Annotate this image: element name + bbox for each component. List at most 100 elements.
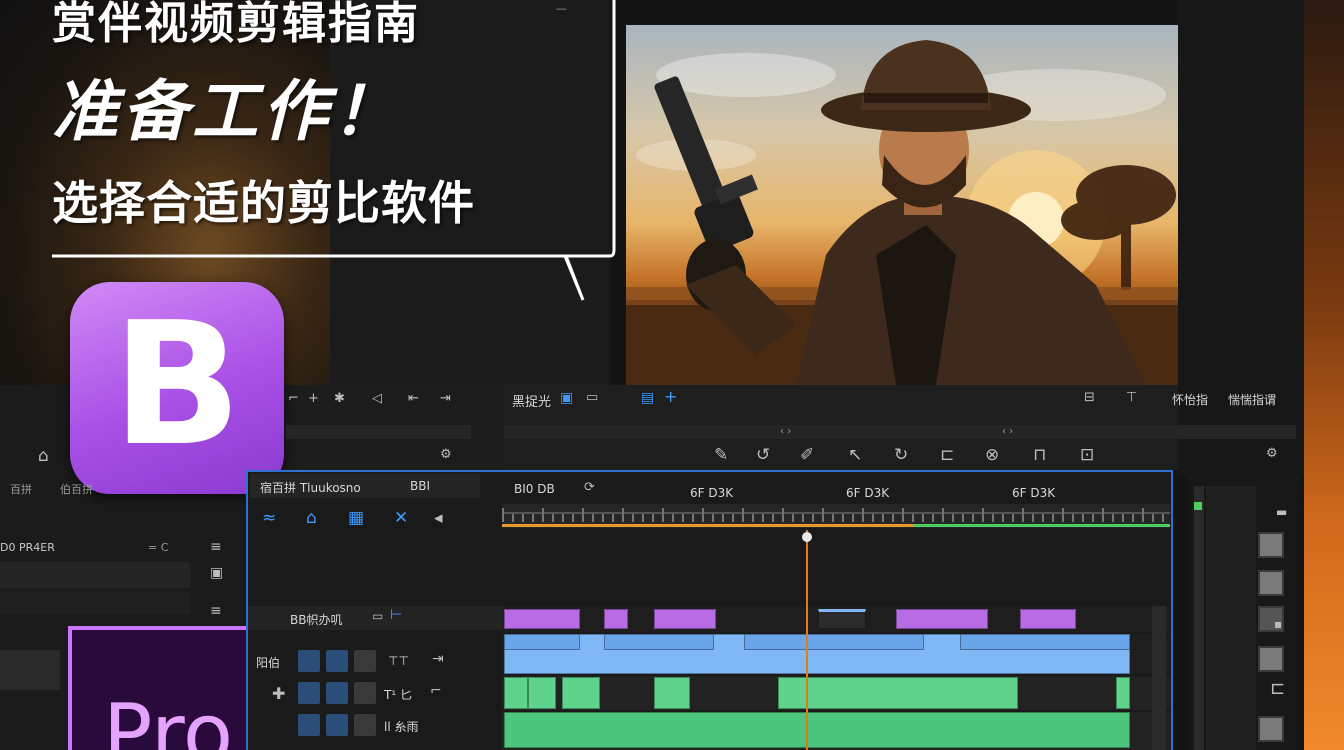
linked-selection-icon[interactable]: ⌂	[306, 510, 317, 527]
left-input-row[interactable]	[0, 562, 190, 588]
program-right-label-2[interactable]: 惴惴指谓	[1228, 391, 1276, 408]
ripple-icon[interactable]: ↻	[894, 447, 908, 464]
clip-green-6[interactable]	[1116, 677, 1130, 709]
pen-icon[interactable]: ✐	[800, 447, 814, 464]
track-v1-mute[interactable]	[354, 650, 376, 672]
left-tab-1[interactable]: 百拼	[10, 481, 32, 497]
meter-bracket-icon[interactable]: ⊏	[1270, 680, 1285, 698]
program-right-label-1[interactable]: 怀怡指	[1172, 391, 1208, 408]
grid-icon[interactable]: ▣	[210, 566, 223, 580]
clip-purple-1[interactable]	[504, 609, 580, 629]
clip-green-1[interactable]	[504, 677, 528, 709]
clip-selected[interactable]	[818, 609, 866, 629]
ruler-settings-icon[interactable]: ⟳	[584, 481, 595, 494]
fit-icon[interactable]: ▣	[560, 391, 573, 405]
camera-icon[interactable]: ⊡	[1080, 447, 1094, 464]
left-input-row-2[interactable]	[0, 592, 190, 614]
clip-green-5[interactable]	[778, 677, 1018, 709]
ruler-tick	[852, 514, 854, 522]
clip-purple-2[interactable]	[604, 609, 628, 629]
source-scrub-bar[interactable]	[286, 425, 471, 439]
clip-blue-a[interactable]	[504, 634, 580, 650]
meter-minus-icon[interactable]: ▬	[1276, 506, 1287, 518]
ruler-tick	[622, 508, 624, 522]
track-v1-toggle[interactable]	[298, 650, 320, 672]
clip-purple-3[interactable]	[654, 609, 716, 629]
list-icon[interactable]: ≡	[210, 604, 222, 618]
clip-green-2[interactable]	[528, 677, 556, 709]
select-icon[interactable]: ↖	[848, 447, 862, 464]
left-thumb[interactable]	[0, 650, 60, 690]
mark-in-icon[interactable]: ⌐	[288, 392, 299, 405]
track-v1-lock[interactable]	[326, 650, 348, 672]
clip-green-3[interactable]	[562, 677, 600, 709]
timeline-timecode[interactable]: BBI	[410, 479, 430, 493]
ruler-tick	[1112, 514, 1114, 522]
export-frame-icon[interactable]: ⊟	[1084, 391, 1095, 404]
step-back-icon[interactable]: ✱	[334, 392, 345, 405]
razor-icon[interactable]: ✎	[714, 447, 728, 464]
track-a2-mute[interactable]	[354, 714, 376, 736]
overwrite-icon[interactable]: ⇥	[440, 392, 451, 405]
track-a1-lock[interactable]	[326, 682, 348, 704]
clip-blue-c[interactable]	[744, 634, 924, 650]
program-toolbar-label[interactable]: 黑捉光	[512, 391, 551, 410]
track-target-icon[interactable]: ▭	[372, 610, 383, 622]
ruler-tick	[572, 514, 574, 522]
program-monitor-preview[interactable]	[626, 25, 1178, 385]
meter-button-5[interactable]	[1258, 716, 1284, 742]
meter-small-icon[interactable]: ▪	[1274, 618, 1282, 630]
meter-button-2[interactable]	[1258, 570, 1284, 596]
track-a1-toggle[interactable]	[298, 682, 320, 704]
left-tab-2[interactable]: 伯百拼	[60, 481, 93, 497]
meter-button-4[interactable]	[1258, 646, 1284, 672]
captions-icon[interactable]: ◂	[434, 510, 443, 527]
track-toggle-icon[interactable]: ⊢	[390, 608, 402, 622]
section-controls[interactable]: = C	[148, 541, 168, 554]
program-scrub-bar[interactable]	[504, 425, 1296, 439]
clip-purple-4[interactable]	[896, 609, 988, 629]
track-add-icon[interactable]: ✚	[272, 686, 285, 702]
snap-icon[interactable]: ≈	[262, 510, 276, 527]
track-forward-icon[interactable]: ⇥	[432, 652, 444, 666]
program-settings-icon[interactable]: ⚙	[1266, 447, 1278, 460]
track-corner-icon[interactable]: ⌐	[430, 684, 442, 698]
play-back-icon[interactable]: ◁	[372, 392, 382, 405]
lift-icon[interactable]: ⊏	[940, 447, 954, 464]
track-a2-toggle[interactable]	[298, 714, 320, 736]
insert-icon[interactable]: ⇤	[408, 392, 419, 405]
playhead-handle[interactable]	[802, 532, 812, 542]
ruler-tick	[812, 514, 814, 522]
clip-blue-b[interactable]	[604, 634, 714, 650]
add-blue-icon[interactable]: +	[664, 389, 677, 405]
timeline-scrollbar[interactable]	[1152, 606, 1166, 750]
settings-wrench-icon[interactable]: ⚙	[440, 448, 452, 461]
track-label: BB帜办叽	[290, 613, 343, 627]
calendar-icon[interactable]: ▤	[641, 391, 654, 405]
ruler-tick	[832, 514, 834, 522]
clip-purple-5[interactable]	[1020, 609, 1076, 629]
clip-blue-d[interactable]	[960, 634, 1130, 650]
track-a1-mute[interactable]	[354, 682, 376, 704]
timeline-sequence-tab[interactable]: 宿百拼 Tluukosno	[260, 479, 361, 496]
safe-margin-icon[interactable]: ▭	[586, 391, 598, 404]
ruler-tick	[1122, 514, 1124, 522]
pin-icon[interactable]: ⊤	[1126, 391, 1137, 404]
ruler-tick	[682, 514, 684, 522]
track-a2-lock[interactable]	[326, 714, 348, 736]
ruler-tick	[742, 508, 744, 522]
clip-green-audio[interactable]	[504, 712, 1130, 748]
add-marker-tl-icon[interactable]: ▦	[348, 510, 364, 527]
home-icon[interactable]: ⌂	[38, 448, 49, 465]
slip-icon[interactable]: ↺	[756, 447, 770, 464]
wrench-icon[interactable]: ✕	[394, 510, 408, 527]
meter-button-1[interactable]	[1258, 532, 1284, 558]
lock-icon[interactable]: ⊓	[1033, 447, 1046, 464]
work-area-bar[interactable]	[502, 524, 914, 527]
add-marker-icon[interactable]: +	[308, 392, 319, 405]
clip-green-4[interactable]	[654, 677, 690, 709]
menu-icon[interactable]: ≡	[210, 540, 222, 554]
ruler-tick	[672, 514, 674, 522]
link-icon[interactable]: ⊗	[985, 447, 999, 464]
playhead[interactable]	[806, 530, 808, 750]
